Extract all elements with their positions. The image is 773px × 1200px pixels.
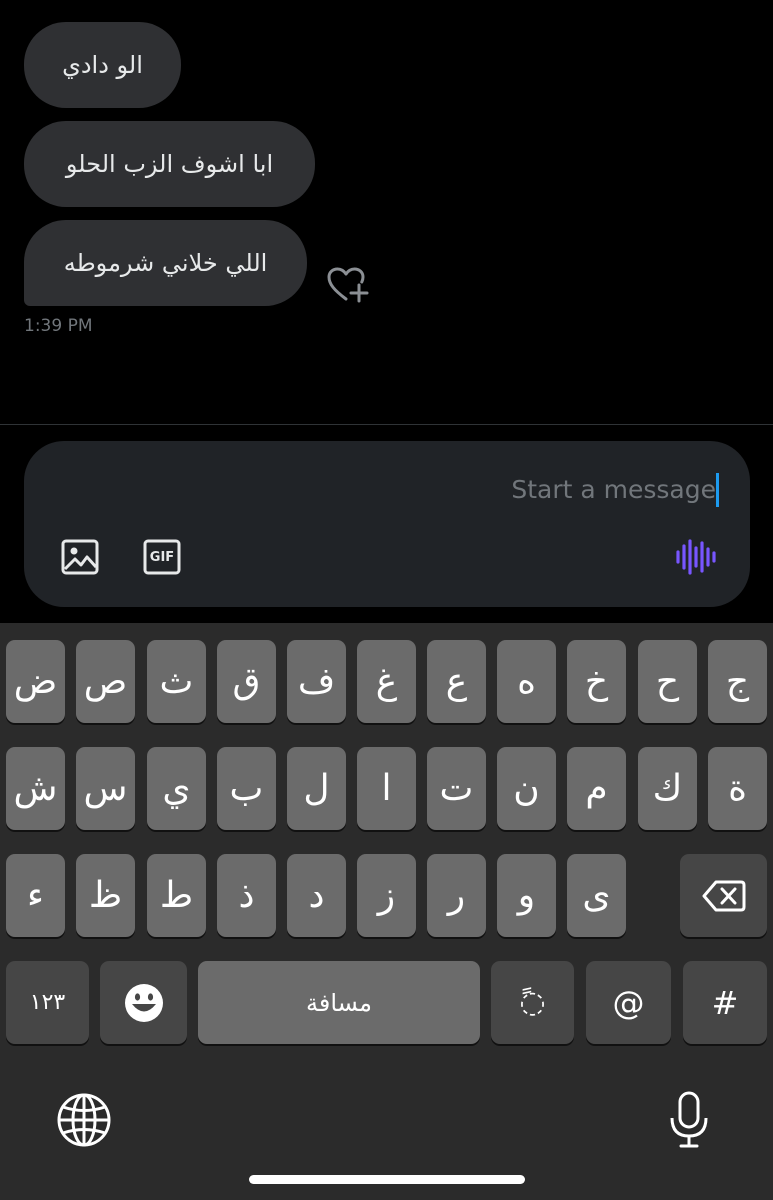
key[interactable]: ص — [76, 640, 135, 723]
key[interactable]: ب — [217, 747, 276, 830]
divider — [0, 424, 773, 425]
message-text: اللي خلاني شرموطه — [63, 249, 268, 277]
key[interactable]: ك — [638, 747, 697, 830]
microphone-icon[interactable] — [668, 1090, 710, 1150]
voice-message-icon[interactable] — [674, 537, 716, 577]
message-timestamp: 1:39 PM — [24, 316, 93, 336]
gif-label: GIF — [149, 549, 175, 565]
message-bubble[interactable]: ابا اشوف الزب الحلو — [24, 121, 315, 207]
key[interactable]: ء — [6, 854, 65, 937]
message-bubble[interactable]: الو دادي — [24, 22, 181, 108]
key[interactable]: ض — [6, 640, 65, 723]
key[interactable]: خ — [567, 640, 626, 723]
message-composer[interactable]: Start a message GIF — [24, 441, 750, 607]
numbers-key[interactable]: ١٢٣ — [6, 961, 89, 1044]
key[interactable]: د — [287, 854, 346, 937]
emoji-icon — [124, 983, 163, 1022]
key[interactable]: ظ — [76, 854, 135, 937]
arabic-keyboard: ض ص ث ق ف غ ع ه خ ح ج ش س ي ب ل ا ت ن م … — [0, 623, 773, 1200]
message-bubble[interactable]: اللي خلاني شرموطه — [24, 220, 307, 306]
key[interactable]: ة — [708, 747, 767, 830]
message-input-placeholder[interactable]: Start a message — [511, 475, 716, 504]
key[interactable]: ح — [638, 640, 697, 723]
key[interactable]: و — [497, 854, 556, 937]
tanween-key[interactable]: ◌ً — [491, 961, 574, 1044]
globe-icon[interactable] — [56, 1092, 112, 1148]
backspace-key[interactable] — [680, 854, 767, 937]
add-reaction-icon[interactable] — [326, 265, 370, 305]
message-text: ابا اشوف الزب الحلو — [65, 150, 274, 178]
key[interactable]: ج — [708, 640, 767, 723]
key[interactable]: غ — [357, 640, 416, 723]
key[interactable]: ز — [357, 854, 416, 937]
backspace-icon — [702, 880, 745, 911]
key[interactable]: ت — [427, 747, 486, 830]
chat-area: الو دادي ابا اشوف الزب الحلو اللي خلاني … — [0, 0, 773, 425]
home-indicator[interactable] — [249, 1175, 525, 1184]
key[interactable]: ل — [287, 747, 346, 830]
key[interactable]: ع — [427, 640, 486, 723]
hash-key[interactable]: # — [683, 961, 767, 1044]
key[interactable]: م — [567, 747, 626, 830]
key[interactable]: ث — [147, 640, 206, 723]
message-text: الو دادي — [62, 51, 143, 79]
key[interactable]: ى — [567, 854, 626, 937]
at-key[interactable]: @ — [586, 961, 671, 1044]
space-key[interactable]: مسافة — [198, 961, 480, 1044]
key[interactable]: ي — [147, 747, 206, 830]
key[interactable]: ن — [497, 747, 556, 830]
key[interactable]: ه — [497, 640, 556, 723]
key[interactable]: ف — [287, 640, 346, 723]
key[interactable]: ق — [217, 640, 276, 723]
text-cursor — [716, 473, 719, 507]
key[interactable]: ش — [6, 747, 65, 830]
gif-icon[interactable]: GIF — [142, 537, 182, 577]
key[interactable]: ذ — [217, 854, 276, 937]
key[interactable]: ا — [357, 747, 416, 830]
key[interactable]: س — [76, 747, 135, 830]
key[interactable]: ر — [427, 854, 486, 937]
emoji-key[interactable] — [100, 961, 187, 1044]
key[interactable]: ط — [147, 854, 206, 937]
image-icon[interactable] — [60, 537, 100, 577]
